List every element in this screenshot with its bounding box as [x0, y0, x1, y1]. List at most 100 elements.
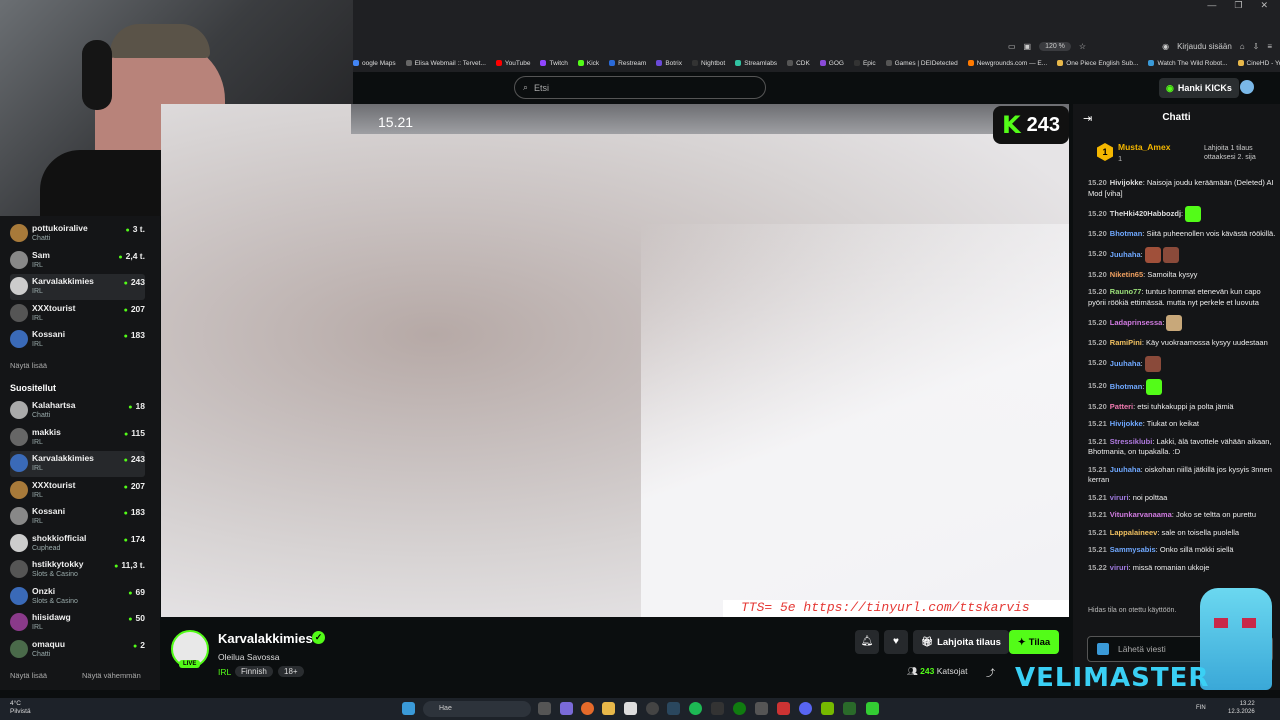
screenshot-icon[interactable]: ▣	[1024, 42, 1032, 51]
weather-widget[interactable]: 4°C Pilvistä	[10, 700, 31, 716]
sidebar-channel[interactable]: XXXtouristIRL 207	[10, 301, 145, 327]
teams-icon[interactable]	[560, 702, 573, 715]
bookmark-item[interactable]: Newgrounds.com — E...	[967, 60, 1047, 67]
app-icon-3[interactable]	[843, 702, 856, 715]
clock[interactable]: 13.22 12.3.2026	[1228, 700, 1255, 716]
extensions-icon[interactable]: ⌂	[1240, 42, 1245, 51]
steam-icon[interactable]	[667, 702, 680, 715]
sidebar-channel[interactable]: SamIRL 2,4 t.	[10, 248, 145, 274]
explorer-icon[interactable]	[602, 702, 615, 715]
leaderboard-user[interactable]: Musta_Amex	[1118, 142, 1170, 152]
show-more-link-2[interactable]: Näytä lisää	[10, 671, 47, 680]
message-username[interactable]: Lappalaineev	[1110, 528, 1158, 537]
sidebar-channel[interactable]: XXXtouristIRL 207	[10, 478, 145, 504]
sidebar-channel[interactable]: hiisidawg IRL 50	[10, 610, 145, 636]
message-username[interactable]: Bhotman	[1110, 229, 1143, 238]
sidebar-channel[interactable]: hstikkytokky Slots & Casino 11,3 t.	[10, 557, 145, 583]
nvidia-icon[interactable]	[821, 702, 834, 715]
sidebar-channel[interactable]: pottukoiralive Chatti 3 t.	[10, 221, 145, 247]
start-icon[interactable]	[402, 702, 415, 715]
bookmark-item[interactable]: Epic	[853, 60, 876, 67]
bookmark-item[interactable]: CineHD - Your Ultimat...	[1237, 60, 1280, 67]
sidebar-channel[interactable]: shokkiofficialCuphead 174	[10, 531, 145, 557]
share-icon[interactable]: ⤴	[986, 666, 995, 679]
bookmark-item[interactable]: Twitch	[540, 60, 568, 67]
bookmark-item[interactable]: Watch The Wild Robot...	[1148, 60, 1228, 67]
message-username[interactable]: viruri	[1110, 493, 1129, 502]
epic-icon[interactable]	[711, 702, 724, 715]
leaderboard-cta[interactable]: Lahjoita 1 tilaus ottaaksesi 2. sija	[1204, 144, 1280, 162]
video-player[interactable]: 15.21 K 243 TTS= 5e https://tinyurl.com/…	[161, 104, 1069, 617]
bookmark-item[interactable]: oogle Maps	[353, 60, 396, 67]
message-username[interactable]: Niketin65	[1110, 270, 1143, 279]
get-kicks-button[interactable]: ◉ Hanki KICKs	[1159, 78, 1239, 98]
bookmark-item[interactable]: Kick	[577, 60, 599, 67]
message-username[interactable]: Bhotman	[1110, 381, 1143, 390]
heart-icon[interactable]: ♥	[884, 630, 908, 654]
sidebar-channel[interactable]: Karvalakkimies IRL 243	[10, 274, 145, 300]
bookmark-item[interactable]: CDK	[787, 60, 810, 67]
message-username[interactable]: Patteri	[1110, 402, 1133, 411]
message-username[interactable]: Ladaprinsessa	[1110, 318, 1163, 327]
message-username[interactable]: RamiPini	[1110, 338, 1142, 347]
app-icon-2[interactable]	[777, 702, 790, 715]
message-username[interactable]: viruri	[1110, 563, 1129, 572]
message-username[interactable]: Stressiklubi	[1110, 437, 1153, 446]
bookmark-item[interactable]: Streamlabs	[735, 60, 777, 67]
spotify-icon[interactable]	[689, 702, 702, 715]
message-username[interactable]: Hivijokke	[1110, 178, 1143, 187]
taskbar-search[interactable]: Hae	[423, 701, 531, 717]
xbox-icon[interactable]	[733, 702, 746, 715]
signin-button[interactable]: Kirjaudu sisään	[1177, 42, 1232, 51]
show-less-link[interactable]: Näytä vähemmän	[82, 671, 141, 680]
star-icon[interactable]: ☆	[1079, 42, 1086, 51]
app-icon[interactable]	[755, 702, 768, 715]
bookmark-item[interactable]: Restream	[609, 60, 646, 67]
sidebar-channel[interactable]: OnzkiSlots & Casino 69	[10, 584, 145, 610]
gift-sub-button[interactable]: 🎁︎ Lahjoita tilaus	[913, 630, 1009, 654]
app-icon-4[interactable]	[866, 702, 879, 715]
discord-icon[interactable]	[799, 702, 812, 715]
message-username[interactable]: Hivijokke	[1110, 419, 1143, 428]
cast-icon[interactable]: ▭	[1008, 42, 1016, 51]
subscribe-button[interactable]: ✦ Tilaa	[1009, 630, 1059, 654]
stream-category[interactable]: IRL	[218, 667, 231, 677]
sidebar-channel[interactable]: omaquuChatti 2	[10, 637, 145, 663]
sidebar-channel[interactable]: Kossani IRL 183	[10, 504, 145, 530]
sidebar-channel[interactable]: makkisIRL 115	[10, 425, 145, 451]
bookmark-item[interactable]: Games | DEIDetected	[885, 60, 958, 67]
tag-finnish[interactable]: Finnish	[235, 666, 273, 677]
search-input[interactable]: ⌕ Etsi	[514, 76, 766, 99]
message-username[interactable]: Juuhaha	[1110, 465, 1141, 474]
bookmark-item[interactable]: Elisa Webmail :: Tervet...	[405, 60, 486, 67]
message-username[interactable]: Juuhaha	[1110, 358, 1141, 367]
notification-bell-icon[interactable]: 🔔︎	[855, 630, 879, 654]
restore-icon[interactable]: ❐	[1234, 0, 1242, 14]
bookmark-item[interactable]: Botrix	[656, 60, 682, 67]
message-username[interactable]: Rauno77	[1110, 287, 1142, 296]
user-avatar[interactable]	[1240, 80, 1254, 94]
store-icon[interactable]	[624, 702, 637, 715]
minimize-icon[interactable]: —	[1207, 0, 1216, 14]
message-username[interactable]: Vitunkarvanaama	[1110, 510, 1172, 519]
profile-icon[interactable]: ◉	[1162, 42, 1169, 51]
show-more-link[interactable]: Näytä lisää	[10, 361, 47, 370]
firefox-icon[interactable]	[581, 702, 594, 715]
sidebar-channel[interactable]: Kalahartsa Chatti 18	[10, 398, 145, 424]
download-icon[interactable]: ⇩	[1253, 42, 1260, 51]
bookmark-item[interactable]: One Piece English Sub...	[1057, 60, 1138, 67]
sidebar-channel[interactable]: Karvalakkimies IRL 243	[10, 451, 145, 477]
obs-icon[interactable]	[646, 702, 659, 715]
menu-icon[interactable]: ≡	[1267, 42, 1272, 51]
message-username[interactable]: TheHki420Habbozdj	[1110, 209, 1181, 218]
streamer-name[interactable]: Karvalakkimies	[218, 631, 313, 646]
zoom-level[interactable]: 120 %	[1039, 41, 1071, 51]
close-icon[interactable]: ✕	[1260, 0, 1268, 14]
tag-18plus[interactable]: 18+	[278, 666, 304, 677]
message-username[interactable]: Juuhaha	[1110, 249, 1141, 258]
language-indicator[interactable]: FIN	[1196, 705, 1206, 711]
bookmark-item[interactable]: YouTube	[495, 60, 530, 67]
sidebar-channel[interactable]: Kossani IRL 183	[10, 327, 145, 353]
message-username[interactable]: Sammysabis	[1110, 545, 1156, 554]
bookmark-item[interactable]: GOG	[819, 60, 844, 67]
